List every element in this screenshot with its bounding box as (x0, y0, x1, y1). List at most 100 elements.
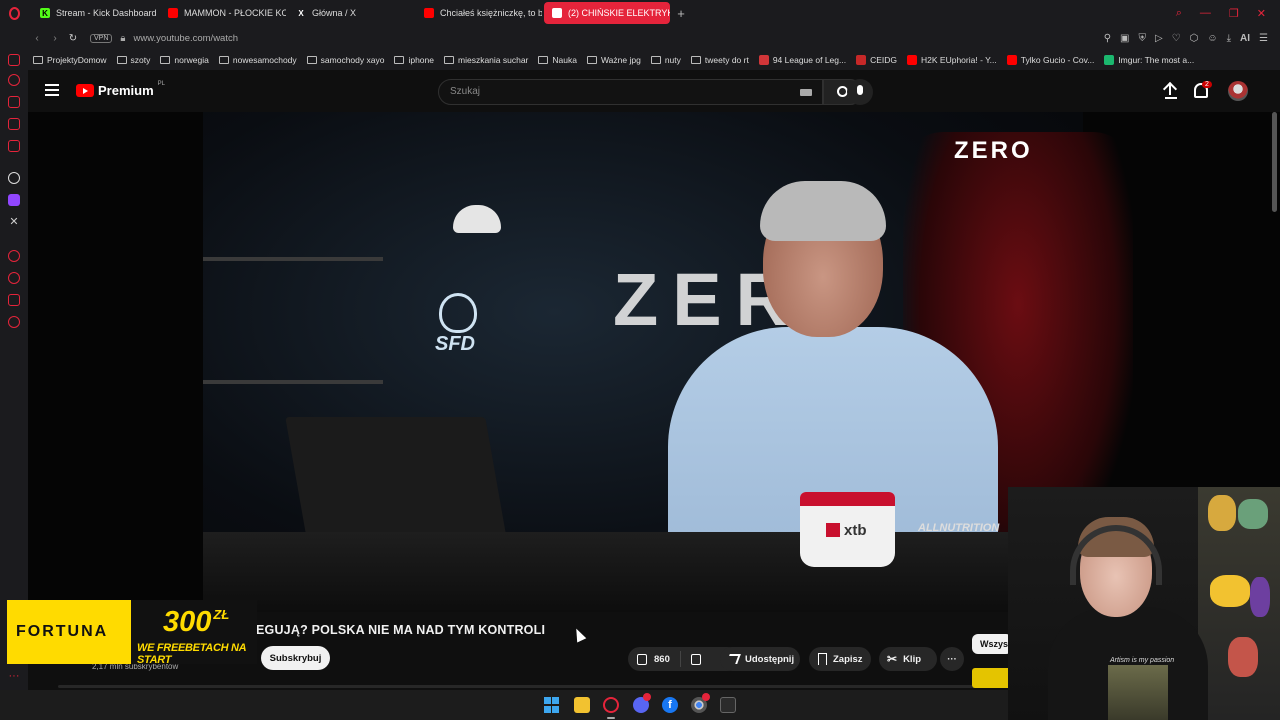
sidebar-history-icon[interactable] (8, 74, 20, 86)
search-input[interactable]: Szukaj (438, 79, 823, 105)
bookmark-item[interactable]: mieszkania suchar (439, 55, 533, 65)
figurine (1228, 637, 1258, 677)
bookmark-item[interactable]: nuty (646, 55, 686, 65)
reload-icon[interactable]: ↻ (64, 33, 82, 44)
tab-mammon[interactable]: MAMMON - PŁOCKIE KOL (160, 2, 286, 24)
tab-kick[interactable]: K Stream - Kick Dashboard (32, 2, 158, 24)
forward-icon[interactable]: › (46, 33, 64, 44)
more-actions-button[interactable]: ··· (940, 647, 964, 671)
sidebar-x-icon[interactable]: ✕ (8, 216, 20, 228)
chip-all[interactable]: Wszys (972, 634, 1012, 654)
like-button[interactable]: 860 (628, 651, 681, 667)
maximize-icon[interactable]: ❐ (1229, 7, 1239, 20)
bookmark-item[interactable]: H2K EUphoria! - Y... (902, 55, 1002, 65)
terminal-icon[interactable] (720, 697, 736, 713)
sidebar-m-icon[interactable] (8, 140, 20, 152)
like-count: 860 (654, 653, 670, 665)
youtube-premium-logo[interactable]: Premium PL (76, 81, 165, 98)
create-upload-icon[interactable] (1162, 81, 1178, 99)
scissors-icon: ✂ (887, 652, 898, 666)
bookmark-item[interactable]: Ważne jpg (582, 55, 646, 65)
x-icon: X (298, 8, 304, 18)
keyboard-icon[interactable] (800, 89, 812, 96)
save-button[interactable]: Zapisz (809, 647, 871, 671)
bookmark-item[interactable]: Nauka (533, 55, 582, 65)
site-favicon-icon (856, 55, 867, 65)
bookmark-item[interactable]: Imgur: The most a... (1099, 55, 1199, 65)
bookmark-label: 94 League of Leg... (772, 55, 847, 65)
account-avatar[interactable] (1228, 81, 1248, 101)
tab-chinskie-elektryki[interactable]: (2) CHIŃSKIE ELEKTRYKI (544, 2, 670, 24)
subscribe-button[interactable]: Subskrybuj (261, 646, 330, 670)
url-field[interactable]: www.youtube.com/watch (133, 33, 238, 44)
clip-label: Klip (903, 653, 922, 665)
bookmark-item[interactable]: 94 League of Leg... (754, 55, 851, 65)
facebook-icon[interactable]: f (662, 697, 678, 713)
sidebar-twitch-icon[interactable] (8, 194, 20, 206)
bookmark-item[interactable]: ProjektyDomow (28, 55, 112, 65)
page-scrollbar[interactable] (1272, 112, 1277, 212)
sidebar-player-icon[interactable] (8, 250, 20, 262)
heart-icon[interactable]: ♡ (1172, 33, 1181, 44)
bookmark-label: mieszkania suchar (458, 55, 529, 65)
youtube-icon (424, 8, 434, 18)
hoodie-text: Artism is my passion (1110, 657, 1175, 664)
tab-x[interactable]: X Główna / X (288, 2, 414, 24)
player-icon[interactable]: ▷ (1155, 33, 1163, 44)
profile-icon[interactable]: ☺ (1207, 33, 1217, 44)
ai-button[interactable]: AI (1240, 33, 1250, 44)
file-explorer-icon[interactable] (574, 697, 590, 713)
related-video-thumbnail[interactable] (972, 668, 1012, 688)
download-icon[interactable]: ⤓ (1227, 33, 1231, 44)
microphone-icon (857, 85, 863, 95)
window-controls: ⌕ — ❐ ✕ (1176, 7, 1280, 20)
bookmark-label: iphone (408, 55, 434, 65)
bookmark-item[interactable]: samochody xayo (302, 55, 390, 65)
thumbs-up-icon (637, 653, 647, 665)
start-windows-icon[interactable] (544, 697, 560, 713)
dislike-button[interactable] (681, 653, 711, 665)
horizontal-scrollbar[interactable] (58, 685, 978, 688)
menu-icon[interactable]: ☰ (1259, 33, 1268, 44)
share-button[interactable]: Udostępnij (720, 647, 800, 671)
bookmark-item[interactable]: norwegia (155, 55, 214, 65)
sidebar-speeddial-icon[interactable] (8, 54, 20, 66)
voice-search-button[interactable] (847, 79, 873, 105)
new-tab-button[interactable]: + (672, 6, 690, 21)
opera-taskbar-icon[interactable] (603, 697, 619, 713)
search-tabs-icon[interactable]: ⌕ (1176, 7, 1182, 20)
bookmark-item[interactable]: nowesamochody (214, 55, 302, 65)
opera-menu-icon[interactable] (0, 0, 28, 26)
sidebar-settings-icon[interactable] (8, 316, 20, 328)
sidebar-pin-icon[interactable] (8, 294, 20, 306)
shelf (203, 257, 383, 261)
vpn-badge[interactable]: VPN (90, 33, 113, 43)
shield-icon[interactable]: ⛨ (1138, 33, 1146, 44)
address-bar-actions: ⚲ ▣ ⛨ ▷ ♡ ⬡ ☺ ⤓ AI ☰ (1104, 33, 1280, 44)
extensions-icon[interactable]: ⬡ (1190, 33, 1199, 44)
bookmark-item[interactable]: tweety do rt (686, 55, 754, 65)
sidebar-more-icon[interactable]: ··· (8, 670, 20, 682)
sidebar-chatgpt-icon[interactable] (8, 172, 20, 184)
folder-icon (116, 56, 127, 64)
bookmark-item[interactable]: iphone (389, 55, 439, 65)
tab-ksiezniczka[interactable]: Chciałeś księżniczkę, to b (416, 2, 542, 24)
bookmark-icon (818, 653, 827, 665)
bookmark-item[interactable]: CEIDG (851, 55, 902, 65)
minimize-icon[interactable]: — (1200, 7, 1211, 20)
sidebar-bag-icon[interactable] (8, 96, 20, 108)
pin-icon[interactable]: ⚲ (1104, 33, 1111, 44)
close-icon[interactable]: ✕ (1257, 7, 1266, 20)
bookmark-item[interactable]: szoty (112, 55, 156, 65)
bookmark-item[interactable]: Tylko Gucio - Cov... (1002, 55, 1100, 65)
guide-menu-icon[interactable] (45, 84, 59, 96)
back-icon[interactable]: ‹ (28, 33, 46, 44)
sidebar-messenger-icon[interactable] (8, 118, 20, 130)
clip-button[interactable]: ✂ Klip (879, 647, 937, 671)
bookmark-label: Imgur: The most a... (1118, 55, 1195, 65)
figurine (1250, 577, 1270, 617)
share-label: Udostępnij (745, 653, 795, 665)
screen: K Stream - Kick Dashboard MAMMON - PŁOCK… (0, 0, 1280, 720)
snapshot-icon[interactable]: ▣ (1120, 33, 1129, 44)
sidebar-clock-icon[interactable] (8, 272, 20, 284)
